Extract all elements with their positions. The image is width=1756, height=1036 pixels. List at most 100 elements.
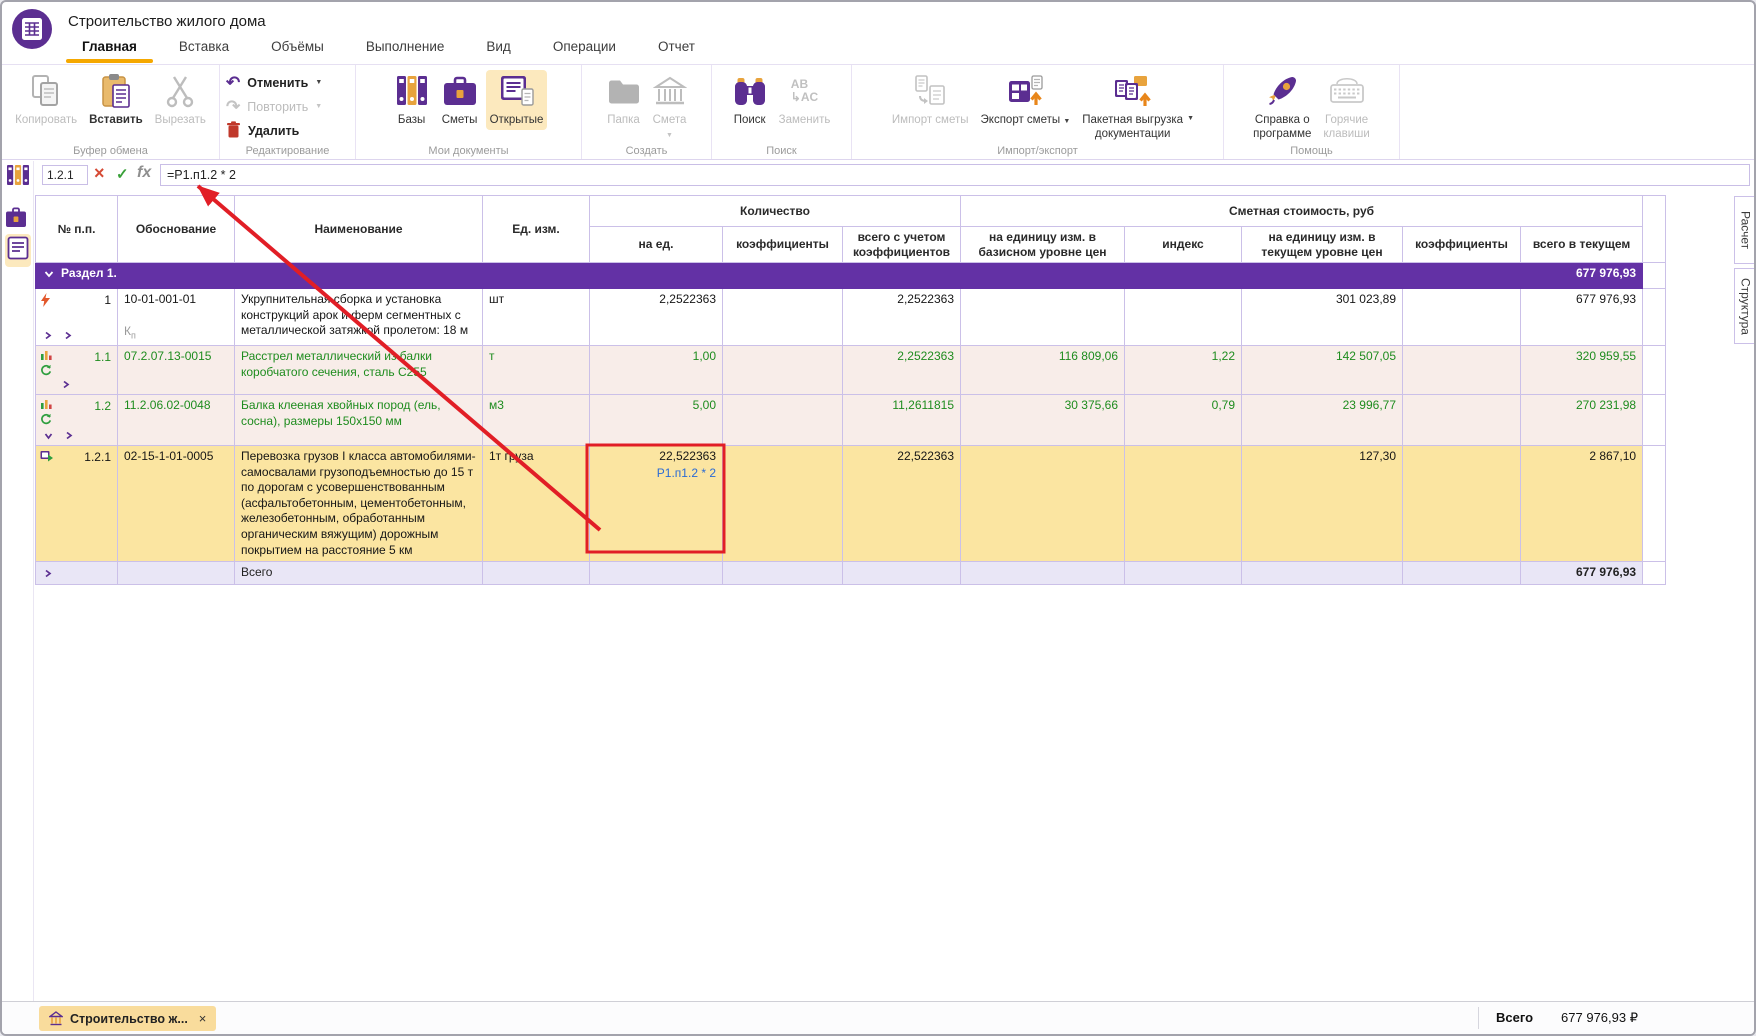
new-estimate-button[interactable]: Смета ▼ (649, 70, 691, 141)
cell-justification[interactable]: 02-15-1-01-0005 (118, 446, 235, 562)
cell-qty-coeff[interactable] (723, 395, 843, 446)
expand-chevron-icon[interactable] (44, 331, 52, 340)
cell-qty-coeff[interactable] (723, 346, 843, 395)
replace-button[interactable]: AB↳AC Заменить (775, 70, 835, 130)
side-tab-raschet[interactable]: Расчет (1734, 196, 1756, 264)
open-document-view-icon[interactable] (5, 234, 31, 267)
cell-cost-base-unit[interactable]: 30 375,66 (961, 395, 1125, 446)
grand-total-row[interactable]: Всего 677 976,93 (36, 562, 1666, 585)
bases-button[interactable]: Базы (390, 70, 434, 130)
cell-cost-coeff[interactable] (1403, 289, 1521, 346)
briefcase-view-icon[interactable] (5, 207, 27, 233)
expand-chevron-icon[interactable] (65, 431, 73, 440)
cell-qty-per[interactable]: 1,00 (590, 346, 723, 395)
cell-qty-coeff[interactable] (723, 289, 843, 346)
cell-cost-base-unit[interactable] (961, 289, 1125, 346)
cell-qty-per-selected[interactable]: 22,522363 Р1.п1.2 * 2 (590, 446, 723, 562)
formula-input[interactable] (160, 164, 1750, 186)
cell-cost-index[interactable]: 1,22 (1125, 346, 1242, 395)
cut-button[interactable]: Вырезать (151, 70, 210, 130)
export-estimate-button[interactable]: Экспорт сметы ▼ (977, 70, 1075, 130)
cell-qty-total[interactable]: 2,2522363 (843, 346, 961, 395)
export-dropdown-icon[interactable]: ▼ (1063, 118, 1070, 125)
transport-row-1-2-1[interactable]: 1.2.1 02-15-1-01-0005 Перевозка грузов I… (36, 446, 1666, 562)
cell-unit[interactable]: шт (483, 289, 590, 346)
cell-num[interactable]: 1.1 (36, 346, 118, 395)
tab-vypolnenie[interactable]: Выполнение (366, 39, 445, 63)
cell-cost-cur-unit[interactable]: 23 996,77 (1242, 395, 1403, 446)
batch-export-dropdown-icon[interactable]: ▼ (1187, 115, 1194, 123)
formula-cancel-button[interactable]: × (94, 163, 105, 184)
cell-cost-total[interactable]: 2 867,10 (1521, 446, 1643, 562)
collapse-chevron-icon[interactable] (44, 270, 54, 278)
cell-cost-index[interactable] (1125, 289, 1242, 346)
cell-cost-cur-unit[interactable]: 127,30 (1242, 446, 1403, 562)
section-label-cell[interactable]: Раздел 1. (36, 263, 1521, 289)
tab-vid[interactable]: Вид (486, 39, 510, 63)
tab-glavnaya[interactable]: Главная (82, 39, 137, 63)
app-logo[interactable] (12, 9, 52, 49)
resource-row-1-2[interactable]: 1.2 11.2.06.02-0048 Балка клееная хвойны… (36, 395, 1666, 446)
cell-cost-coeff[interactable] (1403, 346, 1521, 395)
section-row[interactable]: Раздел 1. 677 976,93 (36, 263, 1666, 289)
document-tab[interactable]: Строительство ж... × (39, 1006, 216, 1031)
cell-unit[interactable]: т (483, 346, 590, 395)
cell-name[interactable]: Балка клееная хвойных пород (ель, сосна)… (235, 395, 483, 446)
cell-num[interactable]: 1.2 (36, 395, 118, 446)
hotkeys-button[interactable]: Горячие клавиши (1319, 70, 1373, 144)
cell-cost-index[interactable]: 0,79 (1125, 395, 1242, 446)
cell-name[interactable]: Перевозка грузов I класса автомобилями-с… (235, 446, 483, 562)
new-folder-button[interactable]: Папка (603, 70, 645, 130)
undo-button[interactable]: ↶ Отменить ▼ (226, 73, 322, 92)
new-estimate-dropdown-icon[interactable]: ▼ (666, 132, 673, 139)
cell-qty-coeff[interactable] (723, 446, 843, 562)
collapse-chevron-icon[interactable] (44, 432, 53, 440)
cell-name[interactable]: Расстрел металлический из балки коробчат… (235, 346, 483, 395)
cell-qty-per[interactable]: 2,2522363 (590, 289, 723, 346)
cell-cost-coeff[interactable] (1403, 446, 1521, 562)
cell-qty-total[interactable]: 11,2611815 (843, 395, 961, 446)
cell-num[interactable]: 1 (36, 289, 118, 346)
paste-button[interactable]: Вставить (85, 70, 147, 130)
resource-row-1-1[interactable]: 1.1 07.2.07.13-0015 Расстрел металлическ… (36, 346, 1666, 395)
cell-qty-total[interactable]: 2,2522363 (843, 289, 961, 346)
formula-reference-link[interactable]: Р1.п1.2 * 2 (596, 466, 716, 482)
tab-otchet[interactable]: Отчет (658, 39, 695, 63)
insert-function-button[interactable]: fx (137, 164, 151, 182)
expand-chevron-icon[interactable] (44, 569, 52, 578)
cell-unit[interactable]: 1т груза (483, 446, 590, 562)
cell-cost-base-unit[interactable] (961, 446, 1125, 562)
cell-justification[interactable]: 07.2.07.13-0015 (118, 346, 235, 395)
about-button[interactable]: Справка о программе (1249, 70, 1315, 144)
cell-cost-cur-unit[interactable]: 142 507,05 (1242, 346, 1403, 395)
estimates-button[interactable]: Сметы (438, 70, 482, 130)
cell-unit[interactable]: м3 (483, 395, 590, 446)
cell-cost-total[interactable]: 270 231,98 (1521, 395, 1643, 446)
redo-dropdown-icon[interactable]: ▼ (315, 103, 322, 110)
expand-chevron-icon[interactable] (62, 380, 70, 389)
cell-reference-box[interactable] (42, 165, 88, 185)
tab-operacii[interactable]: Операции (553, 39, 616, 63)
position-row-1[interactable]: 1 10-01-001-01 Кп Укрупнительная сборка … (36, 289, 1666, 346)
cell-qty-total[interactable]: 22,522363 (843, 446, 961, 562)
tab-vstavka[interactable]: Вставка (179, 39, 229, 63)
copy-button[interactable]: Копировать (11, 70, 81, 130)
cell-cost-index[interactable] (1125, 446, 1242, 562)
cell-cost-coeff[interactable] (1403, 395, 1521, 446)
open-documents-button[interactable]: Открытые (486, 70, 548, 130)
side-tab-struktura[interactable]: Структура (1734, 268, 1756, 344)
cell-qty-per[interactable]: 5,00 (590, 395, 723, 446)
redo-button[interactable]: ↷ Повторить ▼ (226, 97, 322, 116)
tab-obyomy[interactable]: Объёмы (271, 39, 324, 63)
cell-name[interactable]: Укрупнительная сборка и установка констр… (235, 289, 483, 346)
cell-justification[interactable]: 11.2.06.02-0048 (118, 395, 235, 446)
cell-justification[interactable]: 10-01-001-01 Кп (118, 289, 235, 346)
search-button[interactable]: Поиск (729, 70, 771, 130)
cell-num[interactable]: 1.2.1 (36, 446, 118, 562)
expand-chevron-icon[interactable] (64, 331, 72, 340)
cell-cost-total[interactable]: 320 959,55 (1521, 346, 1643, 395)
formula-accept-button[interactable]: ✓ (116, 165, 129, 183)
cell-cost-base-unit[interactable]: 116 809,06 (961, 346, 1125, 395)
import-estimate-button[interactable]: Импорт сметы (888, 70, 973, 130)
close-tab-icon[interactable]: × (199, 1011, 207, 1026)
